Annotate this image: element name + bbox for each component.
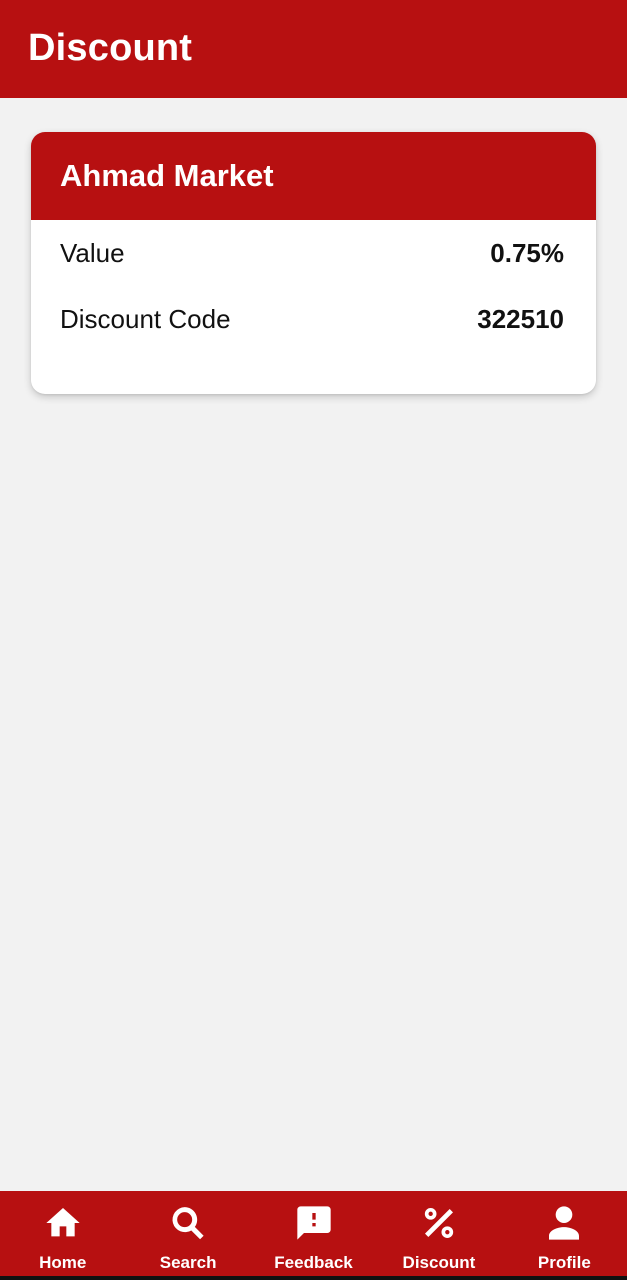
nav-label-profile: Profile [537,1253,591,1272]
bottom-navigation: Home Search Feedback Discount Profile [0,1191,627,1280]
search-icon [168,1203,208,1243]
feedback-icon [294,1203,334,1243]
value-label: Value [60,237,125,268]
page-title: Discount [28,26,193,69]
home-icon [43,1203,83,1243]
discount-screen: Discount Ahmad Market Value 0.75% Discou… [0,0,627,1280]
app-bar: Discount [0,0,627,98]
nav-label-feedback: Feedback [274,1253,353,1272]
value-row: Value 0.75% [31,220,596,286]
nav-item-feedback[interactable]: Feedback [251,1191,376,1276]
discount-code-value: 322510 [477,303,564,334]
discount-code-row: Discount Code 322510 [31,286,596,352]
nav-label-search: Search [159,1253,217,1272]
value-amount: 0.75% [490,237,564,268]
discount-code-label: Discount Code [60,303,231,334]
nav-item-home[interactable]: Home [0,1191,125,1276]
discount-card[interactable]: Ahmad Market Value 0.75% Discount Code 3… [31,132,596,394]
card-header: Ahmad Market [31,132,596,220]
nav-item-discount[interactable]: Discount [376,1191,501,1276]
store-name: Ahmad Market [60,158,274,193]
nav-label-home: Home [39,1253,87,1272]
nav-item-search[interactable]: Search [125,1191,250,1276]
nav-label-discount: Discount [402,1253,476,1272]
percent-icon [419,1203,459,1243]
nav-item-profile[interactable]: Profile [502,1191,627,1276]
person-icon [544,1203,584,1243]
